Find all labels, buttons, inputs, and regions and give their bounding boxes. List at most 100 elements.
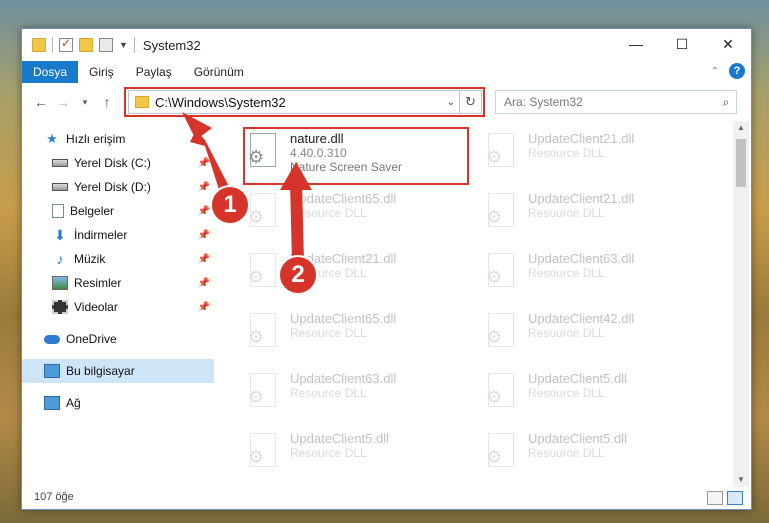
list-item[interactable]: ⚙ UpdateClient5.dll Resource DLL	[484, 429, 712, 485]
disk-icon	[52, 183, 68, 191]
sidebar-item-label: İndirmeler	[74, 228, 128, 242]
tab-gorunum[interactable]: Görünüm	[183, 61, 255, 83]
list-item[interactable]: ⚙ UpdateClient5.dll Resource DLL	[484, 369, 712, 425]
separator	[52, 37, 53, 53]
sidebar-item-quick-access[interactable]: ★ Hızlı erişim	[22, 127, 214, 151]
search-input[interactable]: Ara: System32	[504, 95, 716, 109]
file-name: UpdateClient65.dll	[290, 191, 397, 206]
sidebar-item-videos[interactable]: Videolar 📌	[22, 295, 214, 319]
navigation-bar: ← → ▾ ↑ C:\Windows\System32 ⌄ ↻ Ara: Sys…	[22, 87, 751, 117]
sidebar-item-disk-c[interactable]: Yerel Disk (C:) 📌	[22, 151, 214, 175]
sidebar-item-label: Yerel Disk (C:)	[74, 156, 151, 170]
navigation-pane: ★ Hızlı erişim Yerel Disk (C:) 📌 Yerel D…	[22, 125, 214, 485]
sidebar-item-music[interactable]: ♪ Müzik 📌	[22, 247, 214, 271]
file-description: Resource DLL	[290, 326, 367, 340]
scrollbar-thumb[interactable]	[736, 139, 746, 187]
list-item[interactable]: ⚙ UpdateClient21.dll Resource DLL	[484, 189, 712, 245]
network-icon	[44, 396, 60, 410]
up-arrow-icon[interactable]: ↑	[96, 94, 118, 110]
dll-file-icon: ⚙	[484, 313, 518, 353]
file-description: Resource DLL	[290, 386, 367, 400]
back-arrow-icon[interactable]: ←	[30, 94, 52, 110]
pin-icon[interactable]: 📌	[198, 278, 210, 289]
file-name: UpdateClient5.dll	[290, 431, 390, 446]
pin-icon[interactable]: 📌	[198, 302, 210, 313]
star-icon: ★	[46, 131, 58, 146]
pin-icon[interactable]: 📌	[198, 206, 210, 217]
sidebar-item-this-pc[interactable]: Bu bilgisayar	[22, 359, 214, 383]
list-item[interactable]: ⚙ UpdateClient63.dll Resource DLL	[484, 249, 712, 305]
sidebar-item-documents[interactable]: Belgeler 📌	[22, 199, 214, 223]
list-item[interactable]: ⚙ UpdateClient42.dll Resource DLL	[484, 309, 712, 365]
view-switcher	[707, 491, 743, 505]
tab-paylas[interactable]: Paylaş	[125, 61, 183, 83]
dll-file-icon: ⚙	[484, 253, 518, 293]
sidebar-item-pictures[interactable]: Resimler 📌	[22, 271, 214, 295]
cloud-icon	[44, 334, 60, 344]
list-item[interactable]: ⚙ UpdateClient5.dll Resource DLL	[246, 429, 474, 485]
sidebar-item-label: Müzik	[74, 252, 106, 266]
list-item[interactable]: ⚙ UpdateClient63.dll Resource DLL	[246, 369, 474, 425]
sidebar-item-downloads[interactable]: ⬇ İndirmeler 📌	[22, 223, 214, 247]
sidebar-item-network[interactable]: Ağ	[22, 391, 214, 415]
file-description: Resource DLL	[528, 266, 605, 280]
sidebar-item-label: Resimler	[74, 276, 122, 290]
file-description: Resource DLL	[290, 206, 367, 220]
music-icon: ♪	[56, 251, 64, 267]
file-name: UpdateClient21.dll	[528, 191, 635, 206]
forward-arrow-icon[interactable]: →	[52, 94, 74, 110]
help-icon[interactable]: ?	[729, 63, 745, 79]
sidebar-item-label: Ağ	[66, 396, 81, 410]
list-item[interactable]: ⚙ UpdateClient65.dll Resource DLL	[246, 309, 474, 365]
sidebar-item-disk-d[interactable]: Yerel Disk (D:) 📌	[22, 175, 214, 199]
new-folder-icon[interactable]	[79, 38, 93, 52]
properties-check-icon[interactable]	[59, 36, 73, 52]
pin-icon[interactable]: 📌	[198, 254, 210, 265]
pin-icon[interactable]: 📌	[198, 158, 210, 169]
file-name: UpdateClient21.dll	[528, 131, 635, 146]
dll-file-icon: ⚙	[246, 373, 280, 413]
tiles-view-icon[interactable]	[727, 491, 743, 505]
explorer-window: ▼ System32 — ☐ ✕ Dosya Giriş Paylaş Görü…	[21, 28, 752, 510]
pin-icon[interactable]: 📌	[198, 182, 210, 193]
item-count: 107 öğe	[34, 491, 74, 503]
file-name: UpdateClient63.dll	[528, 251, 635, 266]
dll-file-icon: ⚙	[246, 253, 280, 293]
file-name: UpdateClient5.dll	[528, 371, 628, 386]
expand-ribbon-icon[interactable]: ⌃	[711, 66, 719, 77]
maximize-button[interactable]: ☐	[659, 29, 705, 59]
customize-toolbar-icon[interactable]	[99, 38, 113, 52]
search-icon[interactable]: ⌕	[716, 95, 736, 110]
document-icon	[52, 204, 64, 218]
file-description: Resource DLL	[528, 326, 605, 340]
pictures-icon	[52, 276, 68, 290]
sidebar-item-label: Bu bilgisayar	[66, 364, 135, 378]
file-highlight-box	[243, 127, 469, 185]
quick-access-toolbar: ▼	[22, 36, 135, 53]
search-box[interactable]: Ara: System32 ⌕	[495, 90, 737, 114]
details-view-icon[interactable]	[707, 491, 723, 505]
file-description: Resource DLL	[290, 446, 367, 460]
list-item[interactable]: ⚙ UpdateClient21.dll Resource DLL	[484, 129, 712, 185]
recent-locations-icon[interactable]: ▾	[74, 97, 96, 108]
dll-file-icon: ⚙	[484, 193, 518, 233]
window-controls: — ☐ ✕	[613, 29, 751, 59]
minimize-button[interactable]: —	[613, 29, 659, 59]
file-name: UpdateClient5.dll	[528, 431, 628, 446]
dll-file-icon: ⚙	[246, 313, 280, 353]
tab-giris[interactable]: Giriş	[78, 61, 125, 83]
address-highlight-box	[124, 87, 485, 117]
chevron-down-icon[interactable]: ▼	[119, 40, 128, 50]
pin-icon[interactable]: 📌	[198, 230, 210, 241]
file-description: Resource DLL	[528, 446, 605, 460]
step-badge-2: 2	[278, 255, 318, 295]
vertical-scrollbar[interactable]: ▲ ▼	[733, 121, 749, 487]
list-item[interactable]: ⚙ UpdateClient65.dll Resource DLL	[246, 189, 474, 245]
scroll-up-icon[interactable]: ▲	[733, 121, 749, 135]
dll-file-icon: ⚙	[246, 433, 280, 473]
tab-dosya[interactable]: Dosya	[22, 61, 79, 83]
sidebar-item-label: Hızlı erişim	[66, 132, 126, 146]
sidebar-item-onedrive[interactable]: OneDrive	[22, 327, 214, 351]
close-button[interactable]: ✕	[705, 29, 751, 59]
dll-file-icon: ⚙	[484, 133, 518, 173]
